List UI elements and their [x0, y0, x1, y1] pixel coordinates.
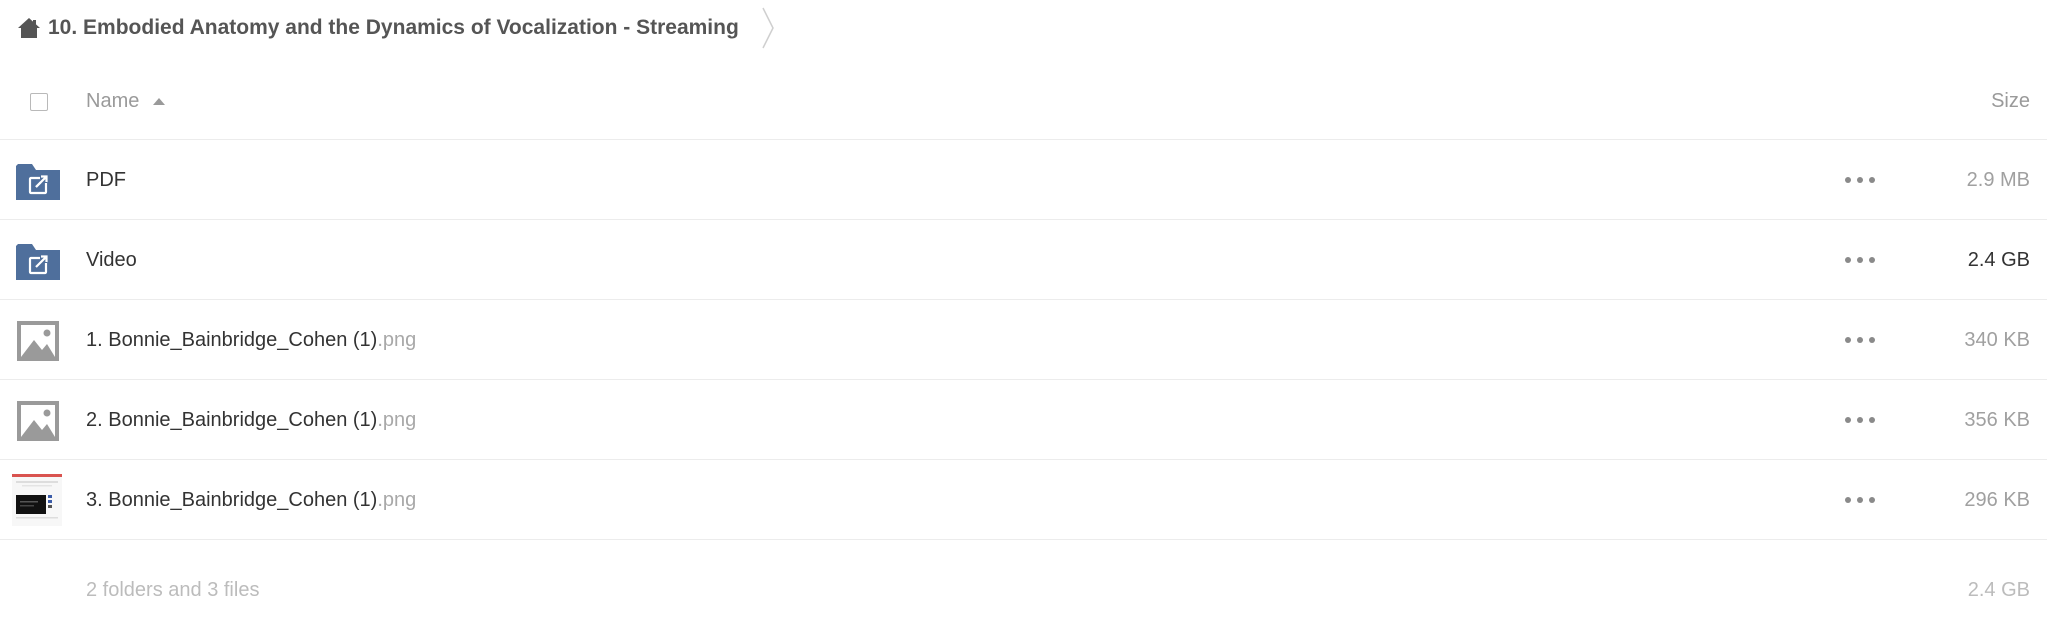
file-name-text: Video: [86, 248, 137, 271]
name-column-header[interactable]: Name: [86, 90, 166, 113]
file-size: 340 KB: [1964, 328, 2030, 351]
file-size: 356 KB: [1964, 408, 2030, 431]
file-name[interactable]: 3. Bonnie_Bainbridge_Cohen (1) .png: [86, 460, 416, 540]
file-list-summary: 2 folders and 3 files 2.4 GB: [0, 555, 2047, 625]
file-size: 2.4 GB: [1967, 248, 2030, 271]
summary-count: 2 folders and 3 files: [86, 579, 260, 601]
sort-ascending-icon: [153, 98, 166, 105]
file-row[interactable]: 2. Bonnie_Bainbridge_Cohen (1) .png 356 K…: [0, 380, 2047, 460]
image-icon: [14, 398, 62, 444]
file-name-text: 1. Bonnie_Bainbridge_Cohen (1): [86, 328, 378, 351]
more-actions-icon[interactable]: [1845, 488, 1875, 512]
more-actions-icon[interactable]: [1845, 168, 1875, 192]
file-extension: .png: [377, 488, 417, 511]
file-size: 296 KB: [1964, 488, 2030, 511]
more-actions-icon[interactable]: [1845, 248, 1875, 272]
file-row[interactable]: 1. Bonnie_Bainbridge_Cohen (1) .png 340 K…: [0, 300, 2047, 380]
breadcrumb: 10. Embodied Anatomy and the Dynamics of…: [0, 0, 775, 56]
home-icon[interactable]: [16, 15, 42, 41]
breadcrumb-separator-icon: [762, 7, 774, 49]
file-name[interactable]: Video: [86, 220, 137, 300]
more-actions-icon[interactable]: [1845, 328, 1875, 352]
file-name-text: PDF: [86, 168, 126, 191]
file-row[interactable]: 3. Bonnie_Bainbridge_Cohen (1) .png 296 K…: [0, 460, 2047, 540]
breadcrumb-current-folder[interactable]: 10. Embodied Anatomy and the Dynamics of…: [48, 16, 739, 40]
name-column-label: Name: [86, 90, 140, 112]
summary-total-size: 2.4 GB: [1967, 579, 2030, 601]
file-extension: .png: [377, 408, 417, 431]
file-name[interactable]: PDF: [86, 140, 126, 220]
file-name[interactable]: 1. Bonnie_Bainbridge_Cohen (1) .png: [86, 300, 416, 380]
file-list-header: Name Size: [0, 60, 2047, 140]
files-page: 10. Embodied Anatomy and the Dynamics of…: [0, 0, 2047, 641]
thumbnail-icon: [12, 474, 62, 526]
file-row[interactable]: PDF 2.9 MB: [0, 140, 2047, 220]
file-row[interactable]: Video 2.4 GB: [0, 220, 2047, 300]
file-name-text: 2. Bonnie_Bainbridge_Cohen (1): [86, 408, 378, 431]
shared-folder-icon: [14, 158, 62, 204]
image-icon: [14, 318, 62, 364]
file-name-text: 3. Bonnie_Bainbridge_Cohen (1): [86, 488, 378, 511]
more-actions-icon[interactable]: [1845, 408, 1875, 432]
file-size: 2.9 MB: [1966, 168, 2030, 191]
size-column-header[interactable]: Size: [1991, 90, 2030, 113]
file-extension: .png: [377, 328, 417, 351]
select-all-checkbox[interactable]: [30, 93, 48, 111]
shared-folder-icon: [14, 238, 62, 284]
file-name[interactable]: 2. Bonnie_Bainbridge_Cohen (1) .png: [86, 380, 416, 460]
